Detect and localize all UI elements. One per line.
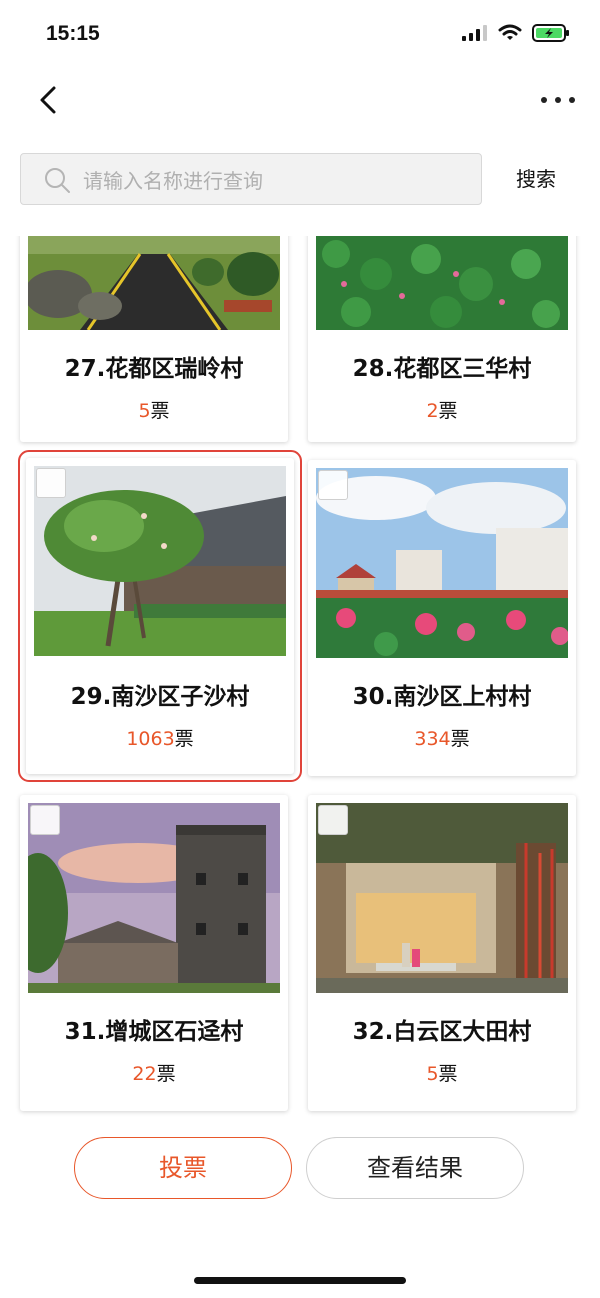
village-photo-28 — [316, 236, 568, 330]
search-bar: 搜索 — [20, 153, 580, 209]
vote-count: 5票 — [308, 1059, 576, 1086]
search-button[interactable]: 搜索 — [496, 163, 576, 195]
status-time: 15:15 — [46, 22, 100, 45]
village-card-28[interactable]: 28.花都区三华村 2票 — [308, 236, 576, 442]
home-indicator[interactable] — [194, 1277, 406, 1284]
vote-number: 5 — [426, 1063, 439, 1085]
back-chevron-icon[interactable] — [34, 80, 64, 120]
vote-unit: 票 — [156, 1063, 176, 1085]
nav-bar — [0, 70, 600, 130]
battery-icon — [532, 24, 569, 42]
vote-number: 1063 — [126, 728, 175, 750]
search-box[interactable] — [20, 153, 482, 205]
village-grid: 27.花都区瑞岭村 5票 28.花都区三华村 2票 29.南沙区子沙村 1063… — [0, 236, 600, 1124]
village-name: 32.白云区大田村 — [352, 1019, 532, 1045]
village-name: 30.南沙区上村村 — [352, 684, 532, 710]
action-bar: 投票 查看结果 — [0, 1137, 600, 1201]
village-photo-29 — [34, 466, 286, 656]
vote-number: 5 — [138, 400, 151, 422]
status-icons — [462, 24, 570, 42]
village-photo-27 — [28, 236, 280, 330]
village-card-30[interactable]: 30.南沙区上村村 334票 — [308, 460, 576, 776]
vote-unit: 票 — [450, 728, 470, 750]
vote-unit: 票 — [174, 728, 194, 750]
vote-unit: 票 — [438, 1063, 458, 1085]
select-checkbox[interactable] — [318, 805, 348, 835]
village-name: 31.增城区石迳村 — [64, 1019, 244, 1045]
view-results-button[interactable]: 查看结果 — [306, 1137, 524, 1199]
more-options-icon[interactable] — [540, 90, 576, 110]
vote-count: 5票 — [20, 396, 288, 423]
village-name: 29.南沙区子沙村 — [70, 684, 250, 710]
vote-unit: 票 — [438, 400, 458, 422]
select-checkbox[interactable] — [36, 468, 66, 498]
village-photo-31 — [28, 803, 280, 993]
vote-count: 2票 — [308, 396, 576, 423]
status-bar: 15:15 — [0, 0, 600, 70]
village-card-27[interactable]: 27.花都区瑞岭村 5票 — [20, 236, 288, 442]
vote-number: 2 — [426, 400, 439, 422]
search-icon — [45, 168, 70, 193]
village-name: 28.花都区三华村 — [352, 356, 532, 382]
vote-button[interactable]: 投票 — [74, 1137, 292, 1199]
village-card-29[interactable]: 29.南沙区子沙村 1063票 — [18, 450, 302, 782]
vote-number: 22 — [132, 1063, 157, 1085]
vote-count: 22票 — [20, 1059, 288, 1086]
wifi-icon — [498, 24, 522, 40]
search-input[interactable] — [81, 162, 475, 200]
village-photo-32 — [316, 803, 568, 993]
vote-count: 334票 — [308, 724, 576, 751]
select-checkbox[interactable] — [30, 805, 60, 835]
select-checkbox[interactable] — [318, 470, 348, 500]
signal-icon — [462, 25, 487, 41]
village-photo-30 — [316, 468, 568, 658]
village-card-32[interactable]: 32.白云区大田村 5票 — [308, 795, 576, 1111]
vote-number: 334 — [414, 728, 451, 750]
village-name: 27.花都区瑞岭村 — [64, 356, 244, 382]
vote-count: 1063票 — [26, 724, 294, 751]
village-card-31[interactable]: 31.增城区石迳村 22票 — [20, 795, 288, 1111]
vote-unit: 票 — [150, 400, 170, 422]
